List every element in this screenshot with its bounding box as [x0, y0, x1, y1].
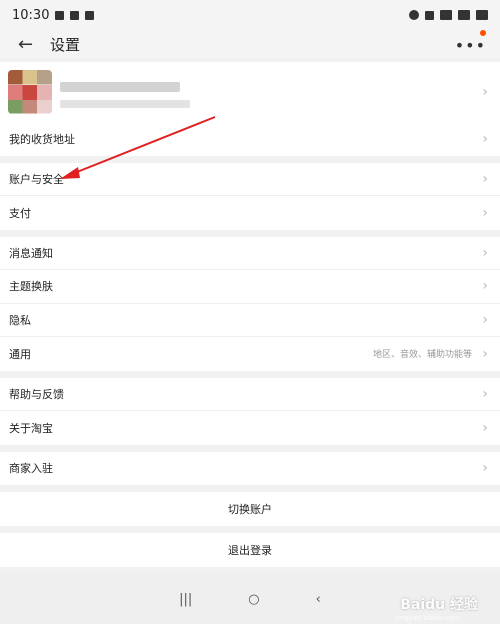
signal-icon [458, 10, 470, 20]
menu-item-label: 我的收货地址 [9, 132, 75, 146]
menu-item-privacy[interactable]: 隐私 › [0, 304, 500, 337]
menu-item-label: 主题换肤 [9, 280, 53, 294]
chevron-right-icon: › [482, 345, 488, 362]
menu-item-merchant[interactable]: 商家入驻 › [0, 452, 500, 486]
menu-item-label: 帮助与反馈 [9, 387, 64, 401]
mute-icon [425, 10, 434, 20]
menu-item-account-security[interactable]: 账户与安全 › [0, 163, 500, 196]
menu-item-detail: 地区、音效、辅助功能等 [372, 350, 472, 361]
menu-item-label: 通用 [9, 347, 31, 361]
page-title: 设置 [50, 35, 81, 54]
chevron-right-icon: › [482, 84, 488, 100]
gallery-icon [55, 10, 65, 20]
chevron-right-icon: › [482, 244, 488, 261]
logout-button[interactable]: 退出登录 [0, 533, 500, 567]
blurred-account-info [60, 100, 190, 108]
chevron-right-icon: › [482, 204, 488, 221]
menu-item-payment[interactable]: 支付 › [0, 196, 500, 230]
message-icon [70, 10, 80, 20]
chevron-right-icon: › [482, 278, 488, 295]
home-icon[interactable]: ○ [248, 592, 259, 607]
menu-group-3: 消息通知 › 主题换肤 › 隐私 › 通用 地区、音效、辅助功能等 › [0, 236, 500, 371]
watermark-url: jingyan.baidu.com [395, 614, 460, 622]
menu-item-theme[interactable]: 主题换肤 › [0, 270, 500, 304]
avatar [8, 70, 52, 114]
menu-item-help-feedback[interactable]: 帮助与反馈 › [0, 378, 500, 411]
menu-group-4: 帮助与反馈 › 关于淘宝 › [0, 377, 500, 445]
chevron-right-icon: › [482, 311, 488, 328]
app-notification-icon [85, 10, 95, 20]
status-time: 10:30 [12, 7, 50, 23]
chevron-right-icon: › [482, 460, 488, 477]
menu-item-notifications[interactable]: 消息通知 › [0, 237, 500, 270]
menu-group-1: 我的收货地址 › [0, 122, 500, 156]
chevron-right-icon: › [482, 385, 488, 402]
menu-item-general[interactable]: 通用 地区、音效、辅助功能等 › [0, 337, 500, 371]
recent-apps-icon[interactable]: ||| [179, 592, 192, 607]
menu-item-label: 账户与安全 [9, 172, 64, 186]
menu-item-address[interactable]: 我的收货地址 › [0, 122, 500, 156]
blurred-username [60, 82, 180, 92]
switch-account-button[interactable]: 切换账户 [0, 492, 500, 526]
header: ← 设置 ••• [0, 30, 500, 58]
menu-item-label: 消息通知 [9, 246, 53, 260]
menu-item-about[interactable]: 关于淘宝 › [0, 411, 500, 445]
menu-item-label: 商家入驻 [9, 462, 53, 476]
watermark-logo: Baidu 经验 [400, 597, 478, 613]
back-nav-icon[interactable]: ‹ [316, 592, 321, 607]
wifi-icon [440, 10, 452, 20]
profile-card[interactable]: › [0, 62, 500, 122]
menu-item-label: 关于淘宝 [9, 421, 53, 435]
more-options-icon[interactable]: ••• [455, 36, 486, 55]
menu-group-5: 商家入驻 › [0, 451, 500, 486]
alarm-icon [409, 10, 419, 20]
menu-item-label: 隐私 [9, 313, 31, 327]
status-bar: 10:30 [0, 0, 500, 30]
menu-group-2: 账户与安全 › 支付 › [0, 162, 500, 230]
battery-icon [476, 10, 488, 20]
menu-item-label: 支付 [9, 206, 31, 220]
chevron-right-icon: › [482, 130, 488, 147]
chevron-right-icon: › [482, 419, 488, 436]
back-arrow-icon[interactable]: ← [18, 34, 40, 55]
chevron-right-icon: › [482, 170, 488, 187]
